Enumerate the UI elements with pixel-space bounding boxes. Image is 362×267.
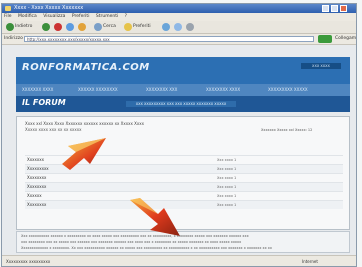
forum-count: Xxx xxxx 1 xyxy=(217,203,237,207)
forum-panel-header: Xxxx xxl Xxxx Xxxx Xxxxxxx xxxxxx xxxxxx… xyxy=(25,121,144,126)
search-icon[interactable] xyxy=(94,23,102,31)
home-icon[interactable] xyxy=(78,23,86,31)
favorites-label[interactable]: Preferiti xyxy=(133,23,151,31)
forum-name[interactable]: Xxxxxxxxx xyxy=(27,165,49,173)
forum-panel-stats: Xxxxxxx Xxxxx xxl Xxxxx: 12 xyxy=(261,128,313,132)
menu-bar: File Modifica Visualizza Preferiti Strum… xyxy=(2,13,356,21)
forum-footer-notice: Xxx xxxxxxxxxx xxxxxx x xxxxxxxxx xx xxx… xyxy=(16,231,350,253)
print-icon[interactable] xyxy=(186,23,194,31)
forward-icon[interactable] xyxy=(42,23,50,31)
table-row[interactable]: Xxxxxxxx Xxx xxxx 1 xyxy=(25,182,343,191)
status-zone: Internet xyxy=(302,259,318,264)
site-nav: XXXXXXX XXXX XXXXXX XXXXXXXX XXXXXXXX XX… xyxy=(16,84,350,96)
forum-count: Xxx xxxx 1 xyxy=(217,176,237,180)
forum-title: IL FORUM xyxy=(22,98,66,107)
forum-count: Xxx xxxx 1 xyxy=(217,158,237,162)
menu-view[interactable]: Visualizza xyxy=(43,14,65,19)
minimize-button[interactable] xyxy=(322,5,329,12)
close-button[interactable] xyxy=(340,5,347,12)
nav-item[interactable]: XXXXXX XXXXXXXX xyxy=(78,84,118,96)
forum-name[interactable]: Xxxxxxxx xyxy=(27,201,46,209)
nav-item[interactable]: XXXXXXXX XXXX xyxy=(206,84,240,96)
table-row[interactable]: Xxxxxx Xxx xxxx 1 xyxy=(25,191,343,200)
footer-line: xxx xxxxxxxx xxx xx xxxxx xxx xxxxxx xxx… xyxy=(21,240,242,244)
menu-favorites[interactable]: Preferiti xyxy=(72,14,90,19)
menu-edit[interactable]: Modifica xyxy=(18,14,37,19)
pointer-arrow-icon xyxy=(62,138,106,170)
address-bar: Indirizzo http://xxx.xxxxxxxx.xxx/xxxxx/… xyxy=(2,34,356,45)
site-banner: RONFORMATICA.COM XXX XXXX xyxy=(16,57,350,84)
address-label: Indirizzo xyxy=(4,36,23,41)
nav-item[interactable]: XXXXXXXX XXX xyxy=(146,84,177,96)
history-icon[interactable] xyxy=(162,23,170,31)
pointer-arrow-icon xyxy=(130,198,180,236)
table-row[interactable]: Xxxxxxxx Xxx xxxx 1 xyxy=(25,173,343,182)
search-label[interactable]: Cerca xyxy=(103,23,116,31)
browser-icon xyxy=(5,6,11,11)
window-title: Xxxx - Xxxx Xxxxx Xxxxxxx xyxy=(14,5,84,11)
menu-tools[interactable]: Strumenti xyxy=(96,14,118,19)
footer-line: Xxxxxxxxxxxxx x xxxxxxxx. Xx xxx xxxxxxx… xyxy=(21,246,272,250)
forum-panel: Xxxx xxl Xxxx Xxxx Xxxxxxx xxxxxx xxxxxx… xyxy=(16,116,350,230)
back-icon[interactable] xyxy=(6,23,14,31)
screenshot: Xxxx - Xxxx Xxxxx Xxxxxxx File Modifica … xyxy=(0,0,362,267)
title-bar: Xxxx - Xxxx Xxxxx Xxxxxxx xyxy=(2,4,356,13)
forum-name[interactable]: Xxxxxxx xyxy=(27,156,44,164)
go-button[interactable] xyxy=(318,35,332,43)
menu-file[interactable]: File xyxy=(4,14,12,19)
forum-count: Xxx xxxx 1 xyxy=(217,194,237,198)
favorites-icon[interactable] xyxy=(124,23,132,31)
maximize-button[interactable] xyxy=(331,5,338,12)
forum-name[interactable]: Xxxxxxxx xyxy=(27,183,46,191)
back-label[interactable]: Indietro xyxy=(15,23,32,31)
banner-box[interactable]: XXX XXXX xyxy=(301,63,341,69)
forum-count: Xxx xxxx 1 xyxy=(217,185,237,189)
nav-item[interactable]: XXXXXXX XXXX xyxy=(22,84,53,96)
status-text: Xxxxxxxxx xxxxxxxxx xyxy=(6,259,51,264)
stop-icon[interactable] xyxy=(54,23,62,31)
site-logo[interactable]: RONFORMATICA.COM xyxy=(22,62,150,73)
menu-help[interactable]: ? xyxy=(125,14,127,19)
refresh-icon[interactable] xyxy=(66,23,74,31)
forum-count: Xxx xxxx 1 xyxy=(217,167,237,171)
address-input[interactable]: http://xxx.xxxxxxxx.xxx/xxxxx/xxxxx.xxx xyxy=(24,36,314,42)
status-bar: Xxxxxxxxx xxxxxxxxx Internet xyxy=(2,255,356,266)
mail-icon[interactable] xyxy=(174,23,182,31)
forum-header-bar: IL FORUM XXX XXXXXXXXX XXX XXX XXXXX XXX… xyxy=(16,96,350,112)
table-row[interactable]: Xxxxxxxx Xxx xxxx 1 xyxy=(25,200,343,209)
forum-panel-subheader: Xxxxx xxxx xxx xx xx xxxxx xyxy=(25,127,82,132)
nav-item[interactable]: XXXXXXXXX XXXXX xyxy=(268,84,308,96)
toolbar: Indietro Cerca Preferiti xyxy=(2,21,356,34)
forum-subtitle[interactable]: XXX XXXXXXXXX XXX XXX XXXXX XXXXXXX XXXX… xyxy=(126,101,236,107)
links-label[interactable]: Collegamenti xyxy=(335,34,356,44)
footer-line: Xxx xxxxxxxxxx xxxxxx x xxxxxxxxx xx xxx… xyxy=(21,234,249,238)
forum-name[interactable]: Xxxxxx xyxy=(27,192,42,200)
forum-name[interactable]: Xxxxxxxx xyxy=(27,174,46,182)
